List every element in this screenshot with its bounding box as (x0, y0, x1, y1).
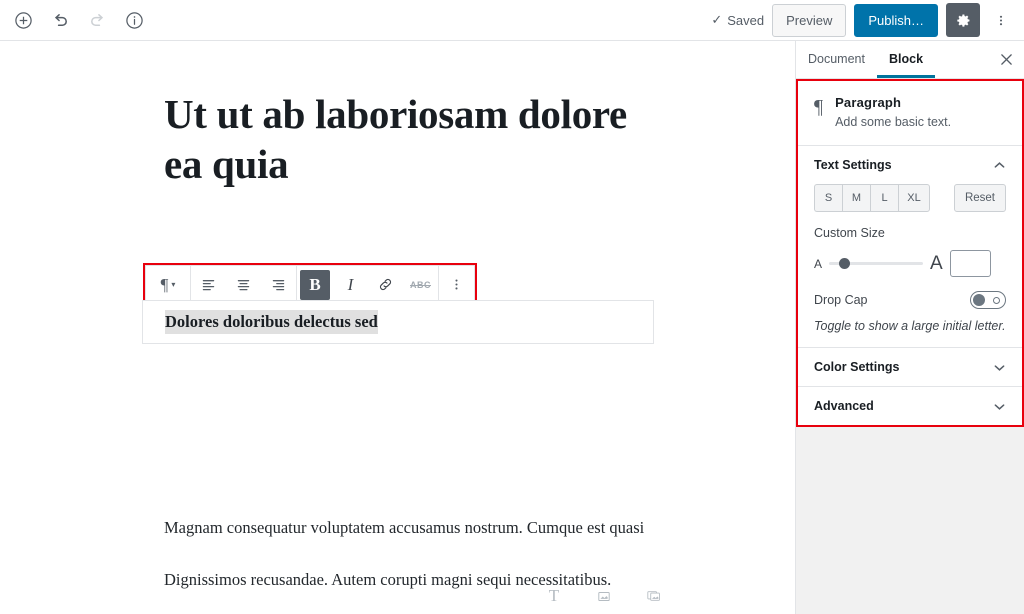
italic-button[interactable]: I (333, 266, 368, 303)
strikethrough-button[interactable]: ABC (403, 266, 438, 303)
selected-paragraph-text[interactable]: Dolores doloribus delectus sed (165, 309, 378, 335)
header-right-tools: ✓ Saved Preview Publish… (711, 3, 1014, 37)
custom-size-row: A A (814, 250, 1006, 277)
slider-thumb[interactable] (839, 258, 851, 269)
custom-size-label: Custom Size (814, 226, 885, 240)
block-settings-annotation: ¶ Paragraph Add some basic text. Text Se… (796, 79, 1024, 427)
advanced-panel: Advanced (798, 387, 1022, 425)
chevron-down-icon: ▾ (171, 280, 176, 289)
font-size-l-button[interactable]: L (870, 184, 898, 212)
insert-paragraph-button[interactable]: T (540, 582, 568, 610)
gallery-icon (647, 591, 660, 601)
align-center-icon (237, 280, 250, 291)
close-icon (1000, 54, 1012, 65)
block-type-switcher-button[interactable]: ¶ ▾ (146, 266, 190, 303)
font-size-row: S M L XL Reset (814, 184, 1006, 212)
advanced-header[interactable]: Advanced (798, 387, 1022, 425)
toggle-off-ring (993, 296, 1000, 304)
gear-icon (956, 14, 969, 27)
align-center-button[interactable] (226, 266, 261, 303)
chevron-down-icon (993, 400, 1006, 413)
chevron-down-icon (993, 361, 1006, 374)
save-status: ✓ Saved (711, 12, 764, 28)
alignment-group (191, 266, 297, 303)
info-button[interactable] (117, 3, 151, 37)
add-block-button[interactable] (6, 3, 40, 37)
text-settings-title: Text Settings (814, 158, 892, 172)
text-settings-header[interactable]: Text Settings (798, 146, 1022, 184)
post-content: Ut ut ab laboriosam dolore ea quia ¶ ▾ B… (0, 41, 795, 614)
insert-image-button[interactable] (590, 582, 618, 610)
drop-cap-toggle[interactable] (970, 291, 1006, 309)
color-settings-panel: Color Settings (798, 348, 1022, 387)
drop-cap-label: Drop Cap (814, 293, 868, 307)
default-block-inserters: T (540, 582, 668, 610)
align-left-button[interactable] (191, 266, 226, 303)
font-size-reset-button[interactable]: Reset (953, 184, 1006, 212)
block-card-description: Add some basic text. (835, 115, 952, 129)
tab-block[interactable]: Block (876, 42, 936, 78)
pilcrow-icon: ¶ (814, 96, 824, 118)
drop-cap-row: Drop Cap (814, 291, 1006, 309)
save-status-label: Saved (727, 12, 765, 28)
settings-gear-button[interactable] (946, 3, 980, 37)
custom-size-input[interactable] (949, 250, 991, 277)
more-vertical-icon (999, 15, 1003, 25)
block-toolbar[interactable]: ¶ ▾ B I ABC (145, 265, 475, 304)
font-size-s-button[interactable]: S (814, 184, 842, 212)
color-settings-header[interactable]: Color Settings (798, 348, 1022, 386)
more-options-button[interactable] (988, 3, 1014, 37)
block-type-group: ¶ ▾ (146, 266, 191, 303)
text-settings-panel: Text Settings S M L XL Reset Custom Size… (798, 146, 1022, 348)
inline-format-group: B I ABC (297, 266, 439, 303)
text-settings-body: S M L XL Reset Custom Size A A Drop Cap … (798, 184, 1022, 347)
block-more-group (439, 266, 474, 303)
color-settings-title: Color Settings (814, 360, 900, 374)
block-info-card: ¶ Paragraph Add some basic text. (798, 81, 1022, 146)
insert-gallery-button[interactable] (640, 582, 668, 610)
bold-button[interactable]: B (300, 269, 330, 300)
undo-button[interactable] (43, 3, 77, 37)
header-left-tools (6, 3, 151, 37)
pilcrow-icon: ¶ (160, 275, 169, 294)
editor-app: ✓ Saved Preview Publish… Ut ut ab labori… (0, 0, 1024, 614)
editor-body: Ut ut ab laboriosam dolore ea quia ¶ ▾ B… (0, 41, 1024, 614)
post-title[interactable]: Ut ut ab laboriosam dolore ea quia (164, 89, 634, 189)
align-left-icon (202, 280, 215, 291)
editor-header: ✓ Saved Preview Publish… (0, 0, 1024, 41)
small-a-label: A (814, 256, 823, 271)
redo-button[interactable] (80, 3, 114, 37)
image-icon (598, 591, 610, 601)
advanced-title: Advanced (814, 399, 874, 413)
settings-sidebar: Document Block ¶ Paragraph Add some basi… (795, 41, 1024, 614)
chevron-up-icon (993, 159, 1006, 172)
publish-button[interactable]: Publish… (854, 3, 938, 37)
paragraph-T-icon: T (548, 586, 560, 605)
close-sidebar-button[interactable] (988, 41, 1024, 78)
drop-cap-help-text: Toggle to show a large initial letter. (814, 319, 1006, 333)
font-size-presets: S M L XL (814, 184, 930, 212)
link-button[interactable] (368, 266, 403, 303)
large-a-label: A (930, 252, 943, 274)
check-icon: ✓ (711, 12, 723, 27)
toggle-knob (973, 294, 985, 306)
editor-canvas[interactable]: Ut ut ab laboriosam dolore ea quia ¶ ▾ B… (0, 41, 795, 614)
font-size-m-button[interactable]: M (842, 184, 870, 212)
tab-document[interactable]: Document (796, 42, 877, 78)
align-right-icon (272, 280, 285, 291)
more-vertical-icon (455, 279, 458, 290)
link-icon (379, 278, 392, 291)
preview-button[interactable]: Preview (772, 3, 847, 37)
sidebar-tabs: Document Block (796, 41, 1024, 79)
font-size-slider[interactable] (829, 258, 924, 269)
font-size-xl-button[interactable]: XL (898, 184, 930, 212)
paragraph-block-1[interactable]: Magnam consequatur voluptatem accusamus … (164, 515, 724, 541)
block-card-title: Paragraph (835, 95, 902, 110)
selected-paragraph-block[interactable]: Dolores doloribus delectus sed (142, 300, 654, 344)
align-right-button[interactable] (261, 266, 296, 303)
block-more-options-button[interactable] (439, 266, 474, 303)
